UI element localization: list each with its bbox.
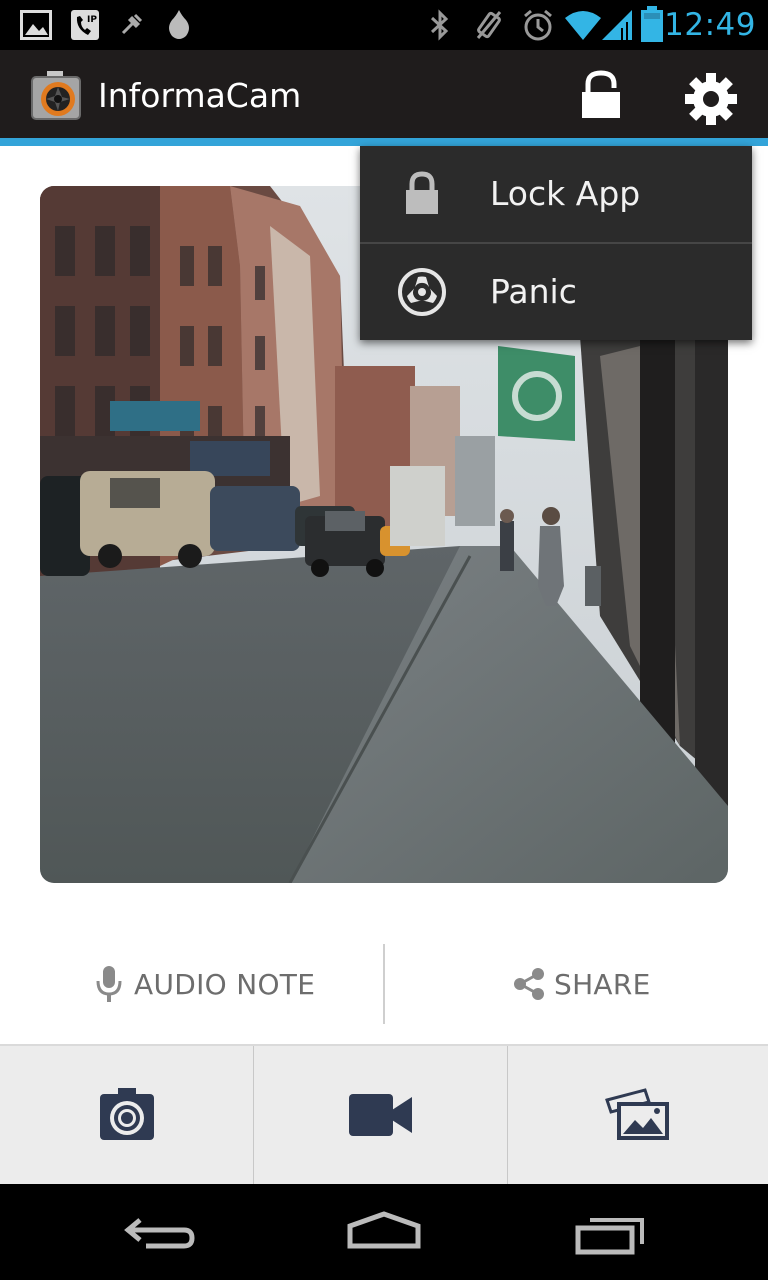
record-video-button[interactable] <box>254 1046 507 1184</box>
open-gallery-button[interactable] <box>508 1046 768 1184</box>
alarm-icon <box>524 9 552 41</box>
app-logo-icon <box>31 71 81 120</box>
share-icon <box>514 968 544 1000</box>
camera-icon <box>99 1088 154 1140</box>
video-camera-icon <box>348 1094 412 1136</box>
gallery-icon <box>20 10 52 40</box>
audio-note-button[interactable]: AUDIO NOTE <box>94 944 315 1024</box>
menu-item-label: Panic <box>490 272 577 311</box>
bluetooth-icon <box>430 9 449 41</box>
sip-call-icon: IP <box>71 10 99 40</box>
clock: 12:49 <box>664 7 756 43</box>
menu-item-label: Lock App <box>490 174 641 213</box>
usb-debug-icon <box>121 13 143 35</box>
home-icon[interactable] <box>334 1206 434 1262</box>
app-title: InformaCam <box>98 76 302 115</box>
share-button[interactable]: SHARE <box>512 944 651 1024</box>
capture-toolbar <box>0 1044 768 1184</box>
audio-note-label: AUDIO NOTE <box>134 967 316 1001</box>
actions-divider <box>383 944 385 1024</box>
lock-icon[interactable] <box>578 70 624 118</box>
radiation-icon <box>398 268 446 316</box>
status-bar: IP 12:49 <box>0 0 768 50</box>
lock-dropdown-menu: Lock App Panic <box>360 146 752 340</box>
system-nav-bar <box>0 1184 768 1280</box>
orbot-icon <box>169 10 189 39</box>
share-label: SHARE <box>554 967 651 1001</box>
recent-apps-icon[interactable] <box>560 1206 660 1262</box>
action-bar: InformaCam <box>0 50 768 138</box>
battery-icon <box>641 6 663 42</box>
settings-gear-icon[interactable] <box>684 72 738 126</box>
action-bar-divider <box>0 138 768 146</box>
signal-icon <box>602 10 632 40</box>
wifi-icon <box>565 11 601 40</box>
vibrate-icon <box>476 11 502 39</box>
take-photo-button[interactable] <box>0 1046 253 1184</box>
microphone-icon <box>96 966 122 1002</box>
back-icon[interactable] <box>110 1206 210 1262</box>
gallery-icon <box>605 1088 669 1140</box>
lock-icon <box>406 171 438 214</box>
menu-item-panic[interactable]: Panic <box>360 244 752 340</box>
menu-item-lock-app[interactable]: Lock App <box>360 146 752 242</box>
media-actions-row: AUDIO NOTE SHARE <box>0 944 768 1024</box>
svg-text:IP: IP <box>87 15 97 25</box>
